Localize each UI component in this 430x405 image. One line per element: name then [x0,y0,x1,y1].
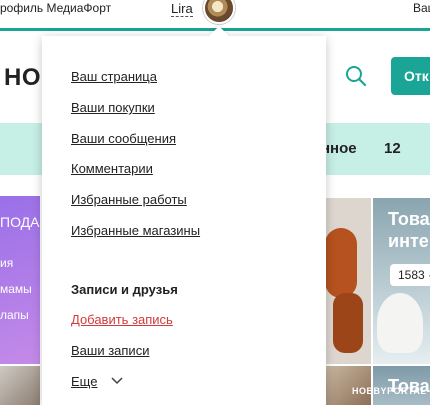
menu-item-comments[interactable]: Комментарии [71,161,153,176]
page: рофиль МедиаФорт Lira Ваш НО Отк нное 12… [0,0,430,405]
menu-item-more[interactable]: Еще [71,374,97,389]
card-title: Това инте [388,209,430,251]
promo-line: ия [0,256,14,270]
thumbnail-image[interactable] [0,366,40,405]
category-count: 12 [384,140,401,157]
site-logo[interactable]: НО [4,64,41,92]
teddy-bear-image[interactable] [325,198,371,364]
menu-item-favorite-works[interactable]: Избранные работы [71,192,187,207]
promo-line: лапы [0,308,29,322]
top-bar: рофиль МедиаФорт Lira Ваш [0,0,430,30]
product-card[interactable]: Това инте 1583 · [373,198,430,364]
category-tab[interactable]: нное [321,140,357,157]
menu-item-add-post[interactable]: Добавить запись [71,312,173,327]
menu-section-title: Записи и друзья [71,282,178,297]
menu-item-my-posts[interactable]: Ваши записи [71,343,149,358]
profile-dropdown-menu: Ваш страница Ваши покупки Ваши сообщения… [42,26,326,405]
top-right-link[interactable]: Ваш [413,1,430,15]
chevron-down-icon[interactable] [110,376,124,386]
menu-item-purchases[interactable]: Ваши покупки [71,100,155,115]
promo-title: ПОДА [0,214,40,230]
promo-line: мамы [0,282,32,296]
search-icon[interactable] [345,65,367,87]
username-link[interactable]: Lira [171,1,193,17]
bird-figure-image [377,293,423,353]
profile-brand-text: рофиль МедиаФорт [0,1,112,15]
card-count-chip: 1583 · [390,264,430,286]
open-shop-button[interactable]: Отк [391,57,430,95]
watermark-text: HOBBYPORTAL [352,386,427,396]
menu-item-my-page[interactable]: Ваш страница [71,69,157,84]
menu-item-favorite-shops[interactable]: Избранные магазины [71,223,200,238]
avatar[interactable] [203,0,235,24]
promo-banner[interactable]: ПОДА ия мамы лапы [0,196,40,364]
menu-item-messages[interactable]: Ваши сообщения [71,131,176,146]
